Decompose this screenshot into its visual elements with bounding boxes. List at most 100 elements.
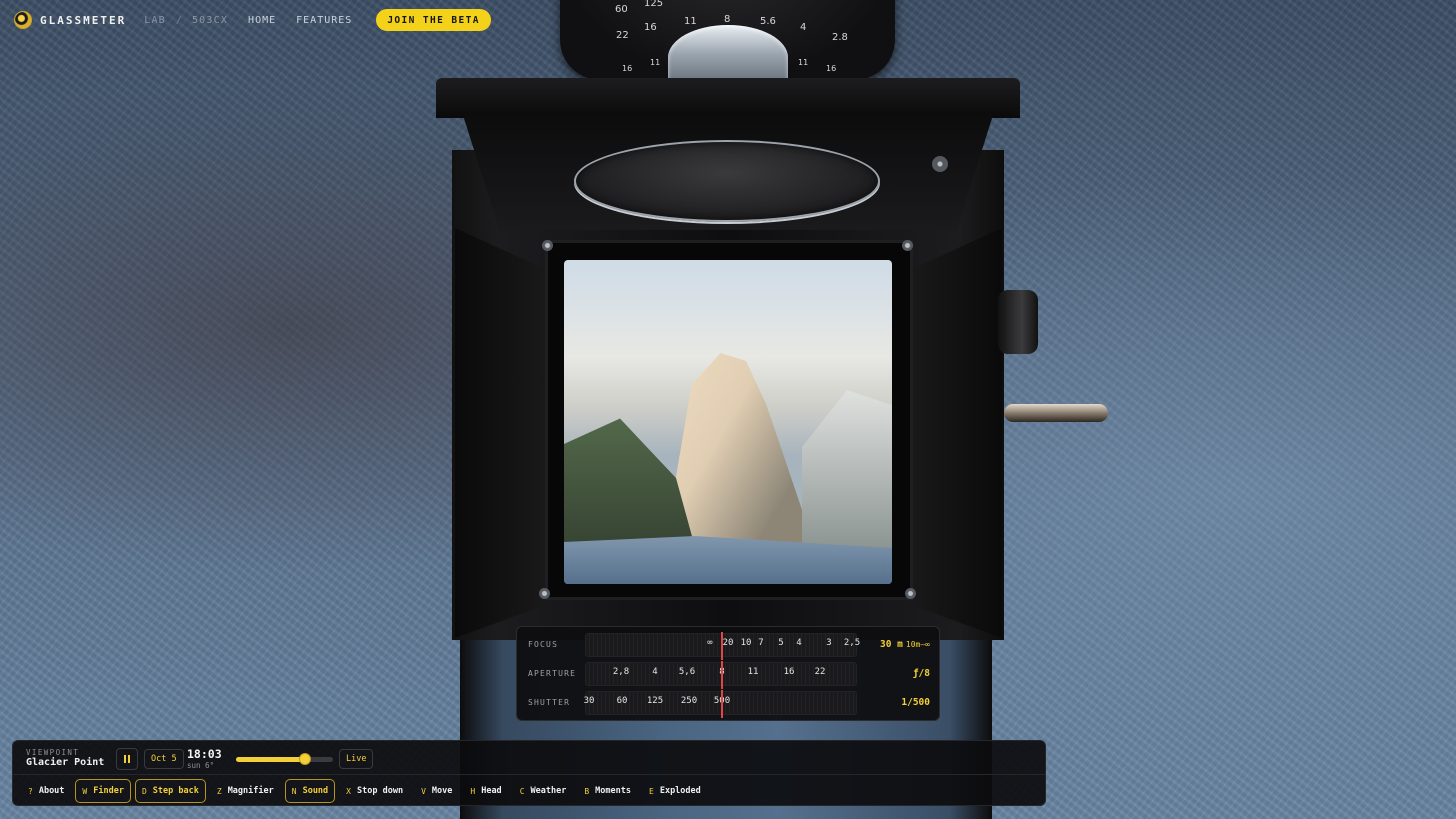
dial-number: 22 bbox=[616, 30, 629, 41]
shortcut-key: X bbox=[346, 786, 351, 796]
shortcut-key: H bbox=[470, 786, 476, 796]
join-beta-button[interactable]: JOIN THE BETA bbox=[376, 9, 491, 31]
shortcut-exploded-button[interactable]: E Exploded bbox=[642, 779, 708, 803]
time-slider-fill bbox=[236, 757, 305, 762]
focus-row: FOCUS ∞ 20 10 7 5 4 3 2,5 30 m 10m–∞ bbox=[517, 632, 941, 660]
shortcut-weather-button[interactable]: C Weather bbox=[513, 779, 574, 803]
aperture-label: APERTURE bbox=[528, 669, 577, 678]
screw-icon bbox=[902, 240, 913, 251]
nav-link-features[interactable]: FEATURES bbox=[296, 15, 352, 26]
hood-side-right bbox=[912, 228, 1002, 638]
scale-tick: 2,8 bbox=[612, 667, 630, 677]
sun-elevation: sun 6° bbox=[187, 761, 215, 770]
focus-needle bbox=[721, 632, 723, 660]
shutter-label: SHUTTER bbox=[528, 698, 571, 707]
date-button[interactable]: Oct 5 bbox=[144, 749, 184, 769]
magnifier-lens bbox=[574, 140, 880, 222]
screw-icon bbox=[539, 588, 550, 599]
scale-tick: 60 bbox=[616, 696, 628, 706]
scale-tick: 11 bbox=[747, 667, 759, 677]
scale-tick: 4 bbox=[652, 667, 658, 677]
shutter-row: SHUTTER 30 60 125 250 500 1/500 bbox=[517, 690, 941, 718]
scale-tick: 3 bbox=[826, 638, 832, 648]
film-knob bbox=[998, 290, 1038, 354]
focus-scale[interactable]: ∞ 20 10 7 5 4 3 2,5 bbox=[585, 632, 860, 660]
dial-number: 11 bbox=[798, 58, 809, 67]
shortcut-head-button[interactable]: H Head bbox=[463, 779, 508, 803]
breadcrumb-503cx[interactable]: 503CX bbox=[192, 15, 228, 26]
shortcut-key: B bbox=[584, 786, 590, 796]
dial-number: 16 bbox=[644, 22, 657, 33]
dial-number: 125 bbox=[644, 0, 664, 9]
dial-number: 2.8 bbox=[832, 32, 848, 43]
exposure-meter-panel: FOCUS ∞ 20 10 7 5 4 3 2,5 30 m 10m–∞ APER… bbox=[516, 626, 940, 721]
scale-tick: 20 bbox=[722, 638, 734, 648]
screw-icon bbox=[932, 156, 948, 172]
aperture-row: APERTURE 2,8 4 5,6 8 11 16 22 ƒ/8 bbox=[517, 661, 941, 689]
dial-number: 11 bbox=[684, 16, 697, 27]
scale-tick: 5 bbox=[778, 638, 784, 648]
shutter-needle bbox=[721, 690, 723, 718]
scale-tick: 30 bbox=[583, 696, 595, 706]
live-button[interactable]: Live bbox=[339, 749, 374, 769]
shortcut-step-back-button[interactable]: D Step back bbox=[134, 779, 206, 803]
viewpoint-label: VIEWPOINT bbox=[26, 748, 80, 757]
timeline-row: VIEWPOINT Glacier Point Oct 5 18:03 sun … bbox=[13, 741, 1045, 775]
viewpoint-value[interactable]: Glacier Point bbox=[26, 757, 104, 768]
shortcut-finder-button[interactable]: W Finder bbox=[75, 779, 131, 803]
shortcut-label: Exploded bbox=[659, 786, 701, 796]
dial-number: 60 bbox=[615, 4, 628, 15]
screw-icon bbox=[542, 240, 553, 251]
dial-number: 5.6 bbox=[760, 16, 776, 27]
shortcut-label: Step back bbox=[152, 786, 199, 796]
shortcut-magnifier-button[interactable]: Z Magnifier bbox=[210, 779, 281, 803]
shortcut-label: Magnifier bbox=[227, 786, 274, 796]
time-slider-handle[interactable] bbox=[298, 753, 311, 765]
shortcut-move-button[interactable]: V Move bbox=[414, 779, 459, 803]
brand-name[interactable]: GLASSMETER bbox=[40, 14, 126, 27]
shortcut-key: D bbox=[141, 786, 147, 796]
aperture-logo-icon[interactable] bbox=[14, 11, 32, 29]
scale-tick: 125 bbox=[646, 696, 664, 706]
shortcut-label: About bbox=[38, 786, 65, 796]
aperture-scale[interactable]: 2,8 4 5,6 8 11 16 22 bbox=[585, 661, 857, 689]
time-slider[interactable] bbox=[236, 753, 333, 765]
top-nav: GLASSMETER LAB / 503CX HOME FEATURES JOI… bbox=[14, 8, 491, 32]
shortcut-label: Moments bbox=[595, 786, 631, 796]
shortcut-label: Stop down bbox=[357, 786, 404, 796]
shortcut-key: ? bbox=[28, 786, 33, 796]
shutter-scale[interactable]: 30 60 125 250 500 bbox=[583, 690, 857, 718]
scale-tick: 4 bbox=[796, 638, 802, 648]
dial-number: 16 bbox=[622, 64, 633, 73]
shortcut-key: N bbox=[291, 786, 297, 796]
shortcut-key: C bbox=[519, 786, 525, 796]
shortcut-moments-button[interactable]: B Moments bbox=[577, 779, 638, 803]
focus-label: FOCUS bbox=[528, 640, 559, 649]
scale-tick: 7 bbox=[758, 638, 764, 648]
shortcut-about-button[interactable]: ? About bbox=[21, 779, 71, 803]
ground-glass-viewfinder bbox=[564, 260, 892, 584]
time-display: 18:03 bbox=[187, 747, 222, 761]
dial-number: 16 bbox=[826, 64, 837, 73]
aperture-needle bbox=[721, 661, 723, 689]
shortcut-key: E bbox=[649, 786, 654, 796]
scale-tick: 5,6 bbox=[678, 667, 696, 677]
nav-link-home[interactable]: HOME bbox=[248, 15, 276, 26]
shortcut-stop-down-button[interactable]: X Stop down bbox=[339, 779, 410, 803]
dial-number: 11 bbox=[650, 58, 661, 67]
pause-button[interactable] bbox=[116, 748, 138, 770]
shortcut-label: Finder bbox=[93, 786, 124, 796]
breadcrumb-lab[interactable]: LAB bbox=[144, 15, 166, 26]
shortcut-label: Sound bbox=[302, 786, 329, 796]
shortcut-sound-button[interactable]: N Sound bbox=[284, 779, 336, 803]
scale-tick: 16 bbox=[783, 667, 795, 677]
dial-number: 8 bbox=[724, 14, 731, 25]
dial-number: 4 bbox=[800, 22, 807, 33]
scale-tick: ∞ bbox=[707, 638, 713, 648]
aperture-value: ƒ/8 bbox=[912, 668, 930, 679]
hood-side-left bbox=[455, 228, 545, 638]
screw-icon bbox=[905, 588, 916, 599]
pause-icon bbox=[124, 755, 126, 763]
control-bar: VIEWPOINT Glacier Point Oct 5 18:03 sun … bbox=[12, 740, 1046, 806]
shortcut-label: Move bbox=[431, 786, 453, 796]
